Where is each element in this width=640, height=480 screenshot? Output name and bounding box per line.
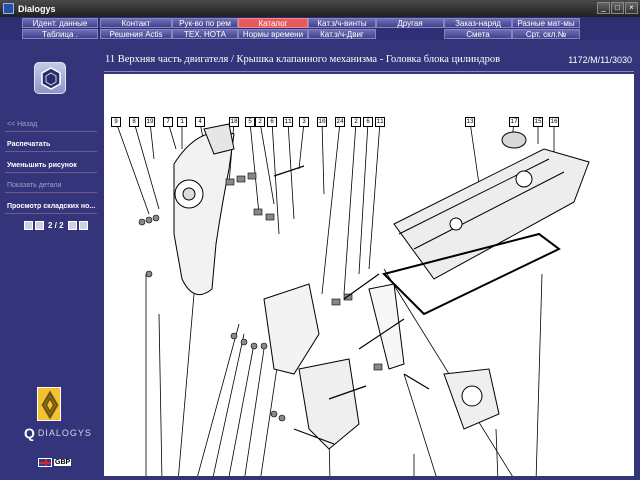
callout-7[interactable]: 7	[163, 117, 173, 127]
show-parts-button[interactable]: Показать детали	[5, 179, 97, 193]
callout-3[interactable]: 3	[299, 117, 309, 127]
renault-logo-icon	[37, 387, 61, 421]
menu-item-ident[interactable]: Идент. данные	[22, 18, 98, 28]
language-code: GBP	[54, 459, 72, 466]
callout-11b[interactable]: 11	[375, 117, 385, 127]
callout-19[interactable]: 19	[145, 117, 155, 127]
page-title: 11 Верхняя часть двигателя / Крышка клап…	[105, 54, 501, 65]
back-button[interactable]: << Назад	[5, 118, 97, 132]
callout-4[interactable]: 4	[195, 117, 205, 127]
diagram-drawing	[115, 121, 590, 476]
menu-item-stock-number[interactable]: Срт. скл.№	[512, 29, 580, 39]
callout-1[interactable]: 1	[177, 117, 187, 127]
close-button[interactable]: ×	[625, 2, 638, 14]
zoom-out-button[interactable]: Уменьшить рисунок	[5, 159, 97, 173]
callout-2[interactable]: 2	[255, 117, 265, 127]
menu-item-parts-catalog[interactable]: Каталог запчастей	[238, 18, 308, 38]
menu-item-contact[interactable]: Контакт	[100, 18, 172, 28]
callout-2b[interactable]: 2	[351, 117, 361, 127]
app-icon	[3, 3, 14, 14]
language-selector[interactable]: GBP	[38, 458, 72, 467]
menu-item-estimate[interactable]: Смета	[444, 29, 512, 39]
prev-page-button[interactable]	[35, 221, 44, 230]
callout-8[interactable]: 8	[129, 117, 139, 127]
page-navigator: 2 / 2	[24, 221, 88, 230]
main-panel: 11 Верхняя часть двигателя / Крышка клап…	[100, 40, 640, 480]
callout-24[interactable]: 24	[335, 117, 345, 127]
callout-6b[interactable]: 6	[363, 117, 373, 127]
stock-view-button[interactable]: Просмотр складских но...	[5, 200, 97, 214]
menu-item-actis[interactable]: Решения Actis	[100, 29, 172, 39]
maximize-button[interactable]: □	[611, 2, 624, 14]
callout-9[interactable]: 9	[111, 117, 121, 127]
menu-item-other[interactable]: Другая	[376, 18, 444, 28]
menu-item-repair-manual[interactable]: Рук-во по рем	[172, 18, 238, 28]
callout-10[interactable]: 10	[317, 117, 327, 127]
hexagon-logo-icon	[34, 62, 66, 94]
menu-item-work-order[interactable]: Заказ-наряд	[444, 18, 512, 28]
callout-13[interactable]: 13	[465, 117, 475, 127]
first-page-button[interactable]	[24, 221, 33, 230]
exploded-diagram[interactable]: 9 8 19 7 1 4 18 5 2 6 11 3 10 24 2 6 11 …	[104, 74, 634, 476]
menu-item-tech-note[interactable]: TEX. НОТА	[172, 29, 238, 39]
dialogys-wordmark: DIALOGYS	[37, 428, 92, 438]
menu-item-engine-catalog[interactable]: Кат.з/ч-Двиг	[308, 29, 376, 39]
menu-item-screws-catalog[interactable]: Кат.з/ч-винты	[308, 18, 376, 28]
sidebar: << Назад Распечатать Уменьшить рисунок П…	[0, 40, 100, 480]
next-page-button[interactable]	[67, 221, 77, 230]
page-indicator: 2 / 2	[48, 221, 64, 230]
callout-5[interactable]: 5	[245, 117, 255, 127]
window-title: Dialogys	[18, 3, 56, 14]
callout-17[interactable]: 17	[509, 117, 519, 127]
menu-item-time-norms[interactable]: Нормы времени	[238, 29, 308, 39]
diagram-reference: 1172/M/11/3030	[568, 55, 632, 65]
last-page-button[interactable]	[78, 221, 88, 230]
callout-16[interactable]: 16	[549, 117, 559, 127]
header-divider	[104, 71, 634, 72]
dialogys-mark-icon: Q	[24, 425, 35, 441]
callout-18[interactable]: 18	[229, 117, 239, 127]
site-watermark: renault21.ucoz.ua	[549, 465, 634, 476]
callout-15[interactable]: 15	[533, 117, 543, 127]
menu-bar: Идент. данные Контакт Рук-во по рем Ката…	[0, 17, 640, 40]
title-bar: Dialogys _ □ ×	[0, 0, 640, 17]
callout-6[interactable]: 6	[267, 117, 277, 127]
minimize-button[interactable]: _	[597, 2, 610, 14]
window-controls: _ □ ×	[597, 2, 638, 14]
menu-item-misc-materials[interactable]: Разные мат-мы	[512, 18, 580, 28]
uk-flag-icon	[38, 458, 52, 467]
dialogys-brand: Q DIALOGYS	[24, 425, 92, 441]
print-button[interactable]: Распечатать	[5, 138, 97, 152]
callout-11[interactable]: 11	[283, 117, 293, 127]
menu-item-table[interactable]: Таблица .	[22, 29, 98, 39]
